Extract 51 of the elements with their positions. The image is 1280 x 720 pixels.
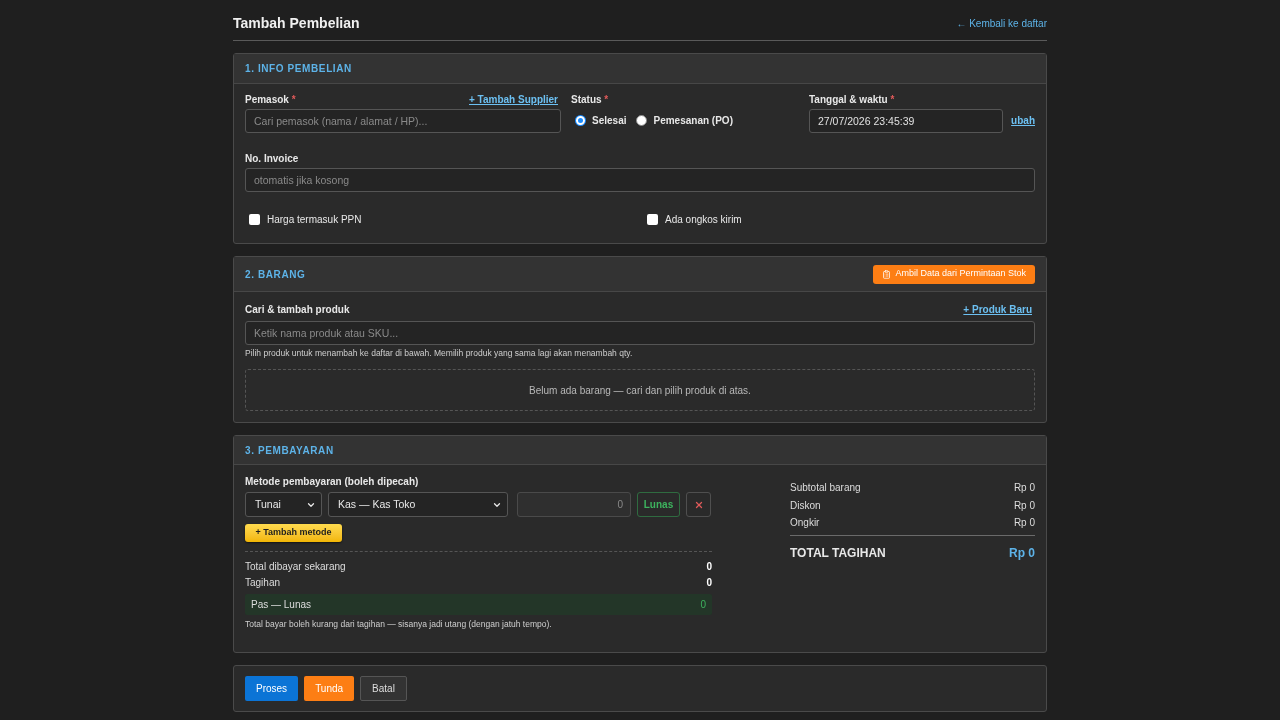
close-icon (693, 499, 704, 510)
add-supplier-link[interactable]: + Tambah Supplier (469, 94, 558, 106)
product-search-field[interactable]: Ketik nama produk atau SKU... (245, 321, 1035, 345)
field-label: Cari & tambah produk (245, 304, 350, 316)
checkbox-label: Ada ongkos kirim (665, 213, 742, 227)
payment-type-select[interactable]: Tunai (245, 492, 322, 517)
grand-total-value: Rp 0 (1009, 544, 1035, 562)
section-title: 2. BARANG (245, 267, 306, 282)
settle-button[interactable]: Lunas (637, 492, 680, 517)
balance-label: Pas — Lunas (251, 598, 312, 612)
total-value: 0 (706, 559, 712, 574)
account-select[interactable]: Kas — Kas Toko (328, 492, 508, 517)
amount-field[interactable]: 0 (517, 492, 631, 517)
total-value: 0 (706, 575, 712, 590)
hint-text: Pilih produk untuk menambah ke daftar di bawah. Memilih produk yang sama lagi akan menambah qty. (245, 348, 634, 359)
balance-value: 0 (700, 598, 706, 612)
radio-button[interactable] (636, 115, 648, 126)
section-title: 1. INFO PEMBELIAN (245, 62, 352, 76)
new-product-link[interactable]: + Produk Baru (963, 304, 1032, 316)
field-label: Tanggal & waktu * (809, 94, 896, 106)
clipboard-icon (882, 269, 892, 279)
radio-label: Selesai (592, 114, 627, 128)
add-method-button[interactable]: + Tambah metode (245, 524, 342, 542)
summary-value: Rp 0 (1013, 498, 1035, 513)
summary-label: Subtotal barang (790, 481, 861, 496)
field-label: Metode pembayaran (boleh dipecah) (245, 476, 420, 488)
summary-label: Ongkir (790, 516, 820, 531)
field-label: No. Invoice (245, 153, 300, 165)
grand-total-label: TOTAL TAGIHAN (790, 544, 886, 562)
total-label: Total dibayar sekarang (245, 559, 346, 574)
summary-value: Rp 0 (1013, 516, 1035, 531)
invoice-field[interactable]: otomatis jika kosong (245, 168, 1035, 192)
radio-label: Pemesanan (PO) (653, 114, 733, 128)
empty-message: Belum ada barang — cari dan pilih produk di atas. (529, 383, 751, 398)
change-link[interactable]: ubah (1011, 115, 1035, 127)
field-label: Status * (571, 94, 610, 106)
summary-value: Rp 0 (1013, 481, 1035, 496)
action-button[interactable]: Batal (360, 676, 407, 701)
datetime-field[interactable]: 27/07/2026 23:45:39 (809, 109, 1004, 133)
page-title: Tambah Pembelian (233, 14, 360, 33)
action-button[interactable]: Proses (245, 676, 299, 701)
total-label: Tagihan (245, 575, 281, 590)
summary-label: Diskon (790, 498, 821, 513)
section-title: 3. PEMBAYARAN (245, 443, 334, 458)
checkbox[interactable] (249, 214, 260, 225)
supplier-search-field[interactable]: Cari pemasok (nama / alamat / HP)... (245, 109, 561, 133)
field-label: Pemasok * (245, 94, 296, 106)
checkbox-label: Harga termasuk PPN (267, 213, 362, 227)
back-link[interactable]: ← Kembali ke daftar (956, 15, 1047, 31)
payment-note: Total bayar boleh kurang dari tagihan — sisanya jadi utang (dengan jatuh tempo). (245, 619, 553, 630)
checkbox[interactable] (647, 214, 658, 225)
